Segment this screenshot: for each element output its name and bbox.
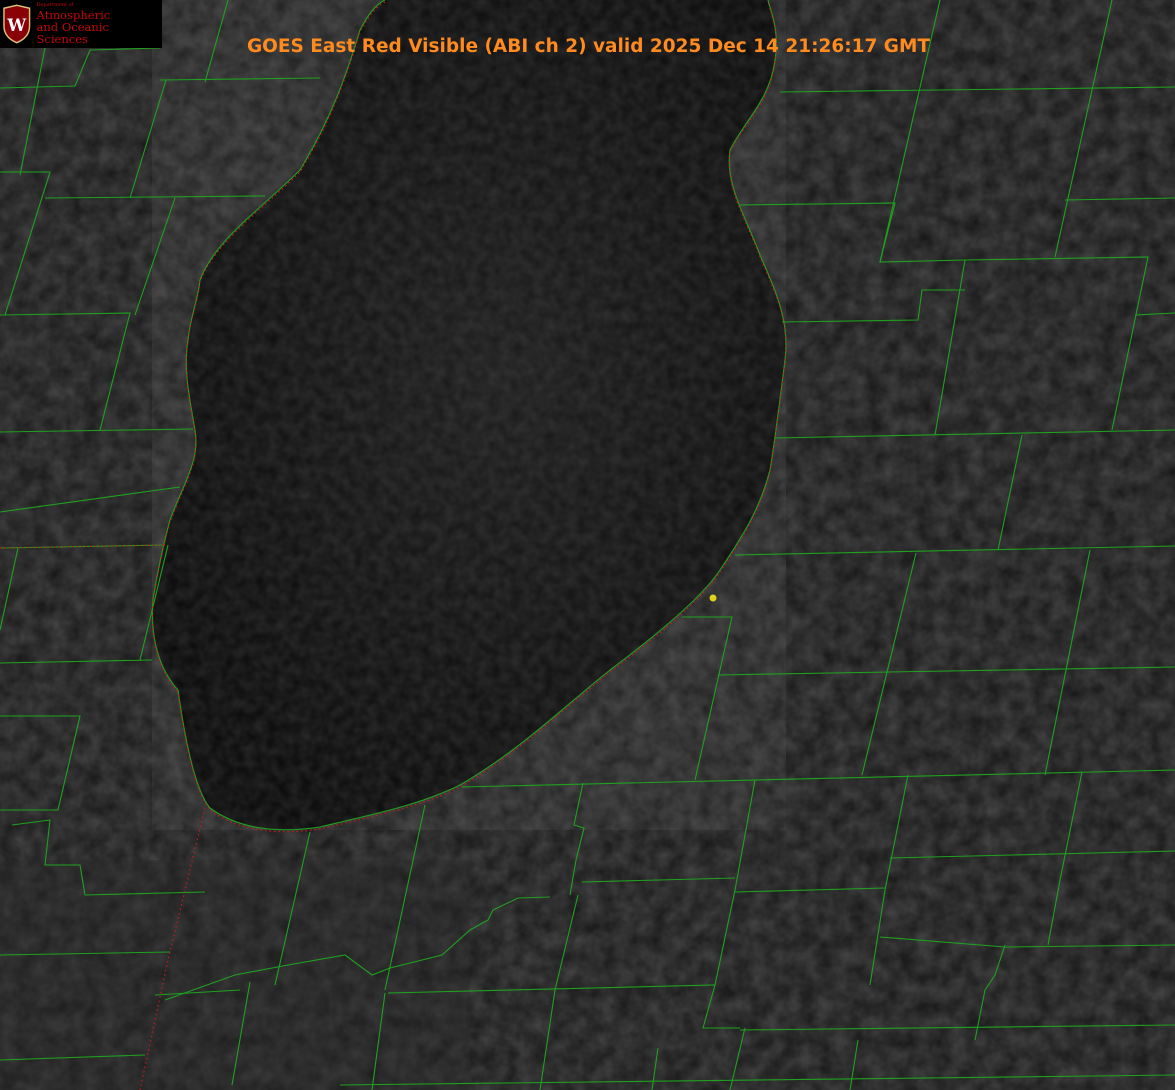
crest-letter: W [6, 15, 26, 35]
location-dot-icon [709, 594, 717, 602]
logo-line-1: Atmospheric [36, 7, 111, 22]
satellite-map [0, 0, 1175, 1090]
image-title: GOES East Red Visible (ABI ch 2) valid 2… [246, 36, 931, 57]
